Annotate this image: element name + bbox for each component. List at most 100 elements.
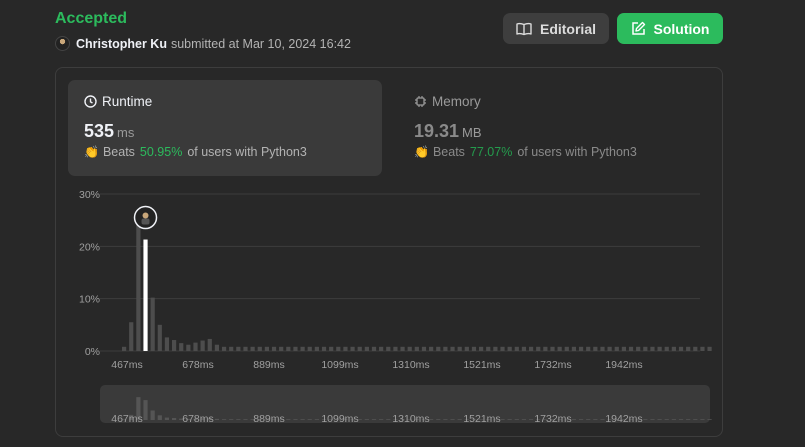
range-bar	[521, 419, 527, 420]
bar[interactable]	[371, 346, 377, 351]
bar[interactable]	[193, 342, 198, 351]
bar[interactable]	[536, 346, 541, 351]
bar[interactable]	[543, 346, 548, 351]
bar[interactable]	[693, 346, 698, 351]
bar[interactable]	[471, 346, 477, 351]
bar[interactable]	[386, 346, 391, 351]
bar[interactable]	[314, 346, 319, 351]
bar[interactable]	[336, 346, 341, 351]
range-bar	[371, 419, 377, 420]
bar[interactable]	[643, 346, 648, 351]
bar[interactable]	[229, 346, 234, 351]
bar[interactable]	[586, 346, 591, 351]
range-bar	[243, 419, 248, 420]
editorial-button[interactable]: Editorial	[503, 13, 609, 44]
bar[interactable]	[250, 346, 255, 351]
bar[interactable]	[264, 346, 269, 351]
bar[interactable]	[493, 346, 498, 351]
bar[interactable]	[329, 346, 334, 351]
bar[interactable]	[707, 346, 712, 351]
bar[interactable]	[300, 346, 305, 351]
solution-button[interactable]: Solution	[617, 13, 723, 44]
bar[interactable]	[671, 346, 676, 351]
bar[interactable]	[636, 346, 641, 351]
bar[interactable]	[700, 346, 705, 351]
bar[interactable]	[286, 346, 291, 351]
bar[interactable]	[150, 297, 155, 351]
bar[interactable]	[564, 346, 569, 351]
bar[interactable]	[593, 346, 598, 351]
bar[interactable]	[164, 337, 170, 351]
x-tick-label: 1521ms	[463, 359, 500, 371]
bar[interactable]	[436, 346, 441, 351]
bar[interactable]	[122, 346, 127, 351]
bar[interactable]	[550, 346, 555, 351]
bar[interactable]	[350, 346, 355, 351]
bar[interactable]	[243, 346, 248, 351]
bar[interactable]	[414, 346, 419, 351]
bar[interactable]	[307, 346, 312, 351]
y-tick-label: 0%	[85, 346, 100, 358]
bar[interactable]	[186, 344, 191, 351]
bar[interactable]	[686, 346, 691, 351]
bar[interactable]	[628, 346, 634, 351]
bar[interactable]	[621, 346, 626, 351]
bar[interactable]	[207, 338, 212, 351]
bar[interactable]	[664, 346, 669, 351]
bar[interactable]	[507, 346, 512, 351]
bar[interactable]	[650, 346, 655, 351]
bar[interactable]	[214, 344, 220, 351]
bar[interactable]	[321, 346, 327, 351]
selected-bar[interactable]	[143, 239, 148, 351]
bar[interactable]	[293, 346, 298, 351]
bar[interactable]	[364, 346, 369, 351]
bar[interactable]	[343, 346, 348, 351]
bar[interactable]	[221, 346, 227, 351]
bar[interactable]	[129, 322, 134, 351]
range-bar	[707, 419, 712, 420]
range-tick-label: 1732ms	[534, 413, 571, 425]
runtime-distribution-chart[interactable]: 0% 10% 20% 30% 467ms 467ms 678ms 678ms 889ms 889m…	[56, 68, 724, 438]
bar[interactable]	[450, 346, 455, 351]
y-tick-label: 10%	[79, 294, 100, 306]
bar[interactable]	[257, 346, 262, 351]
bar[interactable]	[678, 346, 684, 351]
bar[interactable]	[136, 222, 141, 351]
range-bar	[450, 419, 455, 420]
bar[interactable]	[157, 324, 162, 351]
bar[interactable]	[429, 346, 434, 351]
bar[interactable]	[393, 346, 398, 351]
username-link[interactable]: Christopher Ku	[76, 37, 167, 51]
bar[interactable]	[443, 346, 448, 351]
bar[interactable]	[279, 346, 284, 351]
bar[interactable]	[407, 346, 412, 351]
bar[interactable]	[500, 346, 505, 351]
bar[interactable]	[557, 346, 562, 351]
bar[interactable]	[464, 346, 469, 351]
range-bar	[571, 419, 577, 420]
bar[interactable]	[514, 346, 519, 351]
bar[interactable]	[236, 346, 241, 351]
bar[interactable]	[486, 346, 491, 351]
bar[interactable]	[200, 340, 205, 351]
bar[interactable]	[179, 343, 184, 351]
bar[interactable]	[607, 346, 612, 351]
range-bar	[443, 419, 448, 420]
bar[interactable]	[578, 346, 584, 351]
bar[interactable]	[479, 346, 484, 351]
bar[interactable]	[657, 346, 662, 351]
avatar[interactable]	[55, 36, 70, 51]
bar[interactable]	[528, 346, 534, 351]
bar[interactable]	[600, 346, 605, 351]
bar[interactable]	[379, 346, 384, 351]
bar[interactable]	[357, 346, 362, 351]
bar[interactable]	[571, 346, 577, 351]
submission-info: Christopher Ku submitted at Mar 10, 2024…	[55, 36, 351, 51]
bar[interactable]	[421, 346, 427, 351]
bar[interactable]	[271, 346, 277, 351]
bar[interactable]	[171, 340, 177, 351]
bar[interactable]	[614, 346, 619, 351]
bar[interactable]	[400, 346, 405, 351]
bar[interactable]	[521, 346, 527, 351]
bar[interactable]	[457, 346, 462, 351]
